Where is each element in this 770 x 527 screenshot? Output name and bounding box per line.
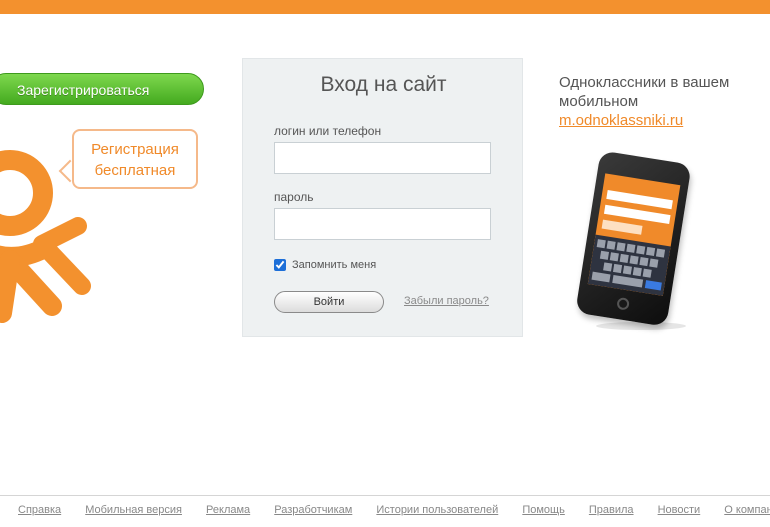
footer-link-ads[interactable]: Реклама [206, 504, 250, 516]
footer-link-news[interactable]: Новости [658, 504, 701, 516]
password-field-label: пароль [274, 190, 314, 204]
footer-divider [0, 495, 770, 496]
phone-body [575, 150, 692, 327]
footer-link-developers[interactable]: Разработчикам [274, 504, 352, 516]
footer-link-about[interactable]: О компании [724, 504, 770, 516]
phone-keyboard [587, 234, 671, 296]
login-button[interactable]: Войти [274, 291, 384, 313]
remember-checkbox[interactable] [274, 259, 286, 271]
register-button[interactable]: Зарегистрироваться [0, 73, 204, 105]
mobile-promo-text: Одноклассники в вашем мобильном [559, 74, 730, 110]
footer-link-help[interactable]: Справка [18, 504, 61, 516]
footer-link-support[interactable]: Помощь [522, 504, 565, 516]
login-panel: Вход на сайт логин или телефон пароль За… [242, 58, 523, 337]
mobile-promo: Одноклассники в вашем мобильном m.odnokl… [559, 73, 764, 130]
login-title: Вход на сайт [320, 73, 447, 96]
phone-home-button [616, 296, 630, 311]
top-bar [0, 0, 770, 14]
login-input[interactable] [274, 142, 491, 174]
footer-link-rules[interactable]: Правила [589, 504, 634, 516]
ok-logo-icon [0, 150, 91, 323]
phone-image [575, 150, 710, 333]
remember-label: Запомнить меня [292, 259, 377, 271]
footer-link-mobile[interactable]: Мобильная версия [85, 504, 182, 516]
password-input[interactable] [274, 208, 491, 240]
forgot-password-link[interactable]: Забыли пароль? [404, 295, 489, 307]
phone-screen [587, 173, 681, 296]
login-field-label: логин или телефон [274, 124, 382, 138]
mobile-site-link[interactable]: m.odnoklassniki.ru [559, 111, 764, 130]
remember-me[interactable]: Запомнить меня [274, 259, 376, 271]
footer-link-stories[interactable]: Истории пользователей [376, 504, 498, 516]
footer-links: Справка Мобильная версия Реклама Разрабо… [18, 504, 770, 516]
